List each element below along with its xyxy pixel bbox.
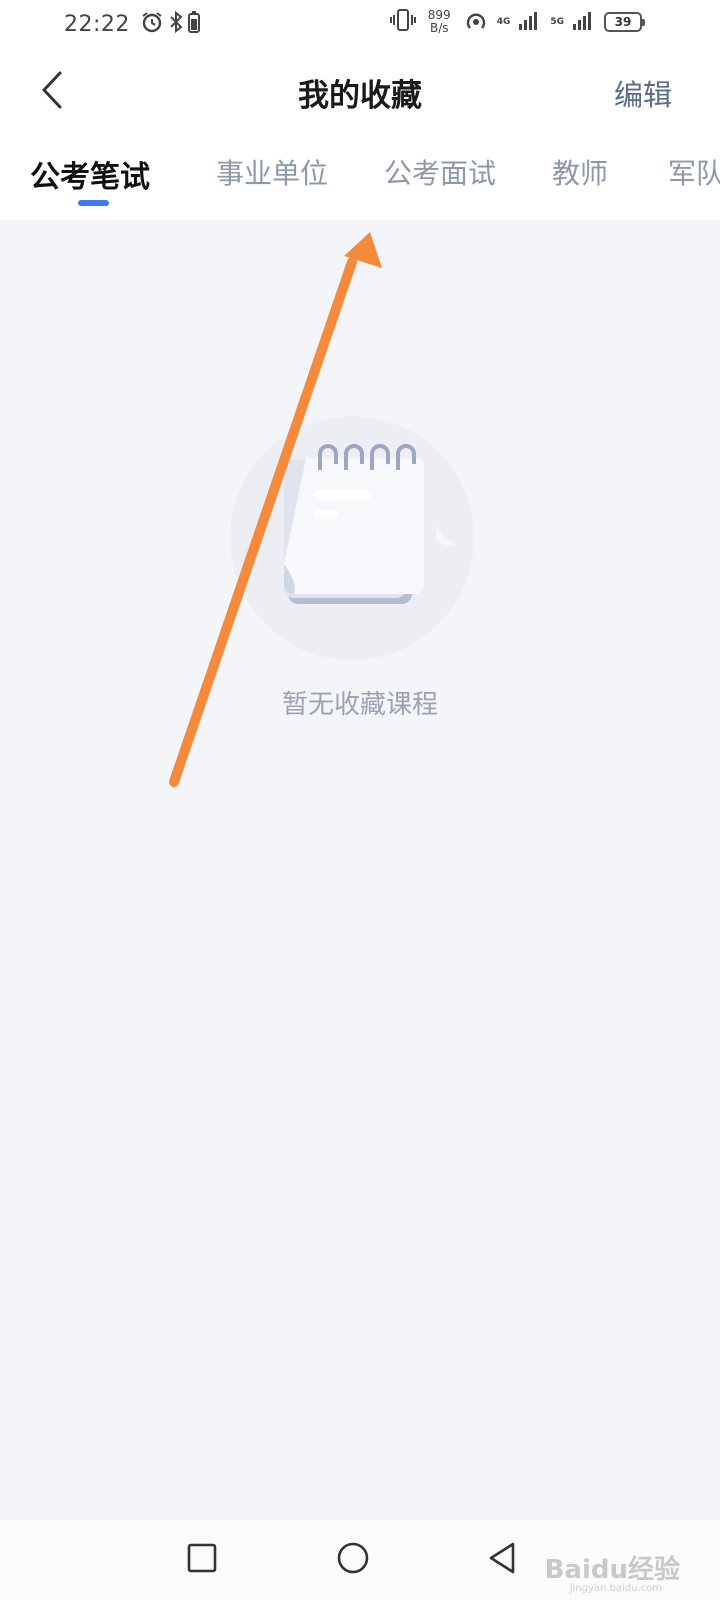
screen: 22:22 899 B/s 4G 5G 39 我的收藏 编辑 公考笔试 事业单位… [0, 0, 720, 1600]
alarm-icon [140, 10, 164, 38]
net-speed: 899 B/s [428, 9, 451, 35]
battery-icon: 39 [604, 12, 645, 32]
watermark-logo: Baidu经验 [544, 1555, 680, 1585]
status-left-icons [140, 10, 200, 38]
bluetooth-icon [168, 10, 184, 38]
edit-button[interactable]: 编辑 [614, 72, 672, 114]
header: 我的收藏 编辑 [0, 48, 720, 138]
status-right: 899 B/s 4G 5G 39 [389, 8, 645, 36]
status-time: 22:22 [64, 11, 130, 37]
hotspot-icon [463, 8, 489, 36]
vibrate-icon [389, 8, 416, 36]
sim2-tag: 5G [550, 17, 564, 27]
triangle-back-icon [486, 1541, 518, 1579]
annotation-arrow [169, 232, 382, 787]
page-title: 我的收藏 [298, 78, 422, 114]
signal-icon-1 [518, 9, 542, 35]
status-bar: 22:22 899 B/s 4G 5G 39 [0, 0, 720, 48]
tab-shiye-danwei[interactable]: 事业单位 [216, 152, 328, 192]
tab-jiaoshi[interactable]: 教师 [552, 152, 608, 192]
signal-icon-2 [572, 9, 596, 35]
tab-jundui[interactable]: 军队 [668, 152, 720, 192]
battery-small-icon [187, 11, 200, 37]
watermark-url: jingyan.baidu.com [569, 1583, 662, 1594]
recents-button[interactable] [182, 1540, 222, 1580]
category-tabs: 公考笔试 事业单位 公考面试 教师 军队 [0, 138, 720, 220]
empty-state-message: 暂无收藏课程 [281, 690, 438, 720]
system-nav-bar: Baidu经验 jingyan.baidu.com [0, 1520, 720, 1600]
battery-level: 39 [614, 15, 632, 29]
square-icon [186, 1542, 218, 1578]
sim1-tag: 4G [496, 17, 511, 27]
circle-icon [336, 1541, 370, 1579]
net-speed-unit: B/s [429, 21, 449, 35]
tab-gongkao-mianshi[interactable]: 公考面试 [384, 152, 496, 192]
home-button[interactable] [333, 1540, 373, 1580]
tab-gongkao-bishi[interactable]: 公考笔试 [30, 152, 150, 196]
empty-notebook-illustration [228, 414, 476, 662]
active-tab-indicator [78, 200, 109, 206]
nav-back-button[interactable] [482, 1540, 522, 1580]
